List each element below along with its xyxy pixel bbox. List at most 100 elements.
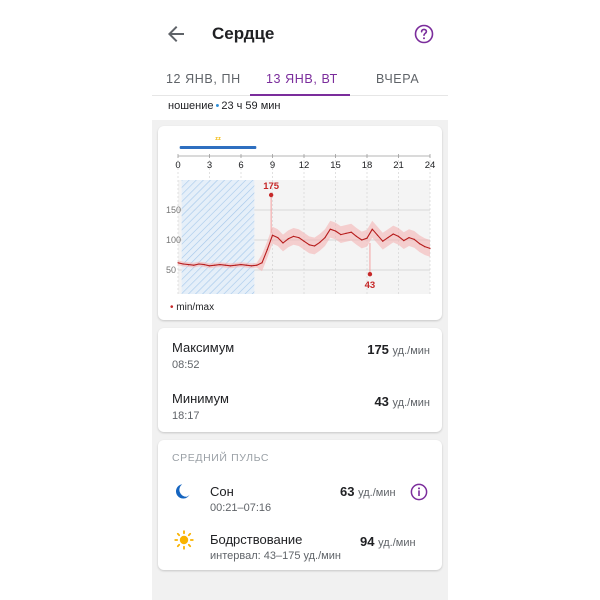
series-point — [219, 264, 221, 266]
arrow-left-icon[interactable] — [164, 22, 188, 46]
page-title: Сердце — [212, 24, 275, 43]
min-label: Минимум — [172, 391, 229, 406]
series-point — [214, 264, 216, 266]
y-tick-label: 50 — [166, 265, 176, 275]
sleep-unit: уд./мин — [358, 487, 396, 499]
series-point — [403, 240, 405, 242]
series-point — [313, 245, 316, 247]
min-time: 18:17 — [172, 410, 200, 422]
series-point — [229, 265, 232, 267]
series-point — [250, 265, 253, 267]
moon-icon — [175, 484, 190, 499]
tab-12-jan[interactable]: 12 ЯНВ, ПН — [166, 72, 241, 86]
x-tick-label: 21 — [393, 160, 404, 171]
series-point — [340, 234, 342, 236]
series-point — [345, 232, 347, 234]
heart-rate-chart[interactable]: ᶻᶻ 0 3 6 9 12 15 18 21 24 150 100 50 175 43 — [158, 126, 442, 296]
x-tick-label: 0 — [175, 160, 180, 171]
awake-range: интервал: 43–175 уд./мин — [210, 550, 341, 562]
max-time: 08:52 — [172, 359, 200, 371]
series-point — [235, 264, 237, 266]
series-point — [418, 243, 421, 245]
series-point — [261, 262, 263, 264]
x-tick-label: 15 — [330, 160, 341, 171]
legend-dot-icon: • — [170, 302, 174, 313]
max-unit: уд./мин — [392, 345, 430, 357]
series-point — [256, 264, 258, 266]
min-marker — [367, 272, 373, 277]
app-screen: Сердце 12 ЯНВ, ПН 13 ЯНВ, ВТ ВЧЕРА ношен… — [152, 0, 448, 600]
series-point — [334, 230, 337, 232]
series-point — [308, 244, 310, 246]
max-marker — [268, 192, 274, 198]
series-point — [397, 235, 400, 237]
wear-dot-icon: • — [215, 100, 220, 112]
chart-legend: • min/max — [170, 302, 214, 313]
series-point — [245, 264, 247, 266]
min-unit: уд./мин — [392, 397, 430, 409]
help-circle-icon[interactable] — [414, 24, 434, 44]
series-point — [208, 265, 211, 267]
x-tick-label: 9 — [270, 160, 275, 171]
series-point — [298, 237, 300, 239]
x-tick-label: 18 — [362, 160, 373, 171]
series-point — [408, 237, 410, 239]
sun-icon — [174, 530, 194, 550]
series-point — [240, 264, 242, 266]
series-point — [271, 234, 274, 236]
series-point — [382, 240, 384, 242]
series-point — [376, 234, 379, 236]
max-value: 175 — [367, 342, 389, 357]
min-max-card: Максимум 08:52 175 уд./мин Минимум 18:17… — [158, 328, 442, 432]
series-point — [187, 264, 190, 266]
series-point — [193, 264, 195, 266]
min-marker-label: 43 — [365, 280, 376, 291]
series-point — [329, 228, 331, 230]
min-value: 43 — [374, 394, 389, 409]
max-label: Максимум — [172, 340, 235, 355]
awake-unit: уд./мин — [378, 537, 416, 549]
series-point — [366, 237, 368, 239]
date-tabs: 12 ЯНВ, ПН 13 ЯНВ, ВТ ВЧЕРА — [152, 66, 448, 96]
series-point — [371, 228, 373, 230]
tab-13-jan[interactable]: 13 ЯНВ, ВТ — [266, 72, 338, 86]
zzz-icon: ᶻᶻ — [215, 135, 221, 144]
series-point — [387, 237, 389, 239]
legend-label: min/max — [176, 302, 215, 313]
awake-label: Бодрствование — [210, 532, 303, 547]
series-point — [324, 237, 326, 239]
tab-yesterday[interactable]: ВЧЕРА — [376, 72, 419, 86]
max-marker-label: 175 — [263, 181, 280, 192]
series-point — [287, 238, 289, 240]
series-point — [224, 264, 226, 266]
x-tick-label: 12 — [299, 160, 310, 171]
sleep-label: Сон — [210, 484, 234, 499]
series-point — [282, 242, 284, 244]
series-point — [182, 263, 184, 265]
series-point — [355, 235, 358, 237]
series-point — [392, 233, 394, 235]
heart-rate-chart-card: ᶻᶻ 0 3 6 9 12 15 18 21 24 150 100 50 175 43 • min/m… — [158, 126, 442, 320]
x-tick-label: 24 — [425, 160, 436, 171]
series-point — [303, 240, 305, 242]
info-icon[interactable] — [410, 483, 428, 501]
series-point — [429, 247, 431, 249]
series-point — [319, 241, 321, 243]
series-point — [177, 262, 179, 264]
x-tick-label: 3 — [207, 160, 212, 171]
sleep-bar — [179, 146, 257, 149]
y-tick-label: 150 — [166, 205, 181, 215]
max-value-group: 175 уд./мин — [367, 342, 430, 357]
x-tick-label: 6 — [238, 160, 243, 171]
sleep-band — [181, 180, 255, 294]
wear-time: ношение • 23 ч 59 мин — [168, 100, 281, 112]
min-value-group: 43 уд./мин — [374, 394, 430, 409]
series-point — [203, 264, 205, 266]
sleep-value: 63 — [340, 484, 355, 499]
series-point — [277, 237, 279, 239]
series-point — [413, 238, 415, 240]
series-point — [361, 239, 363, 241]
series-point — [424, 246, 426, 248]
series-point — [266, 249, 268, 251]
top-bar: Сердце — [152, 0, 448, 66]
